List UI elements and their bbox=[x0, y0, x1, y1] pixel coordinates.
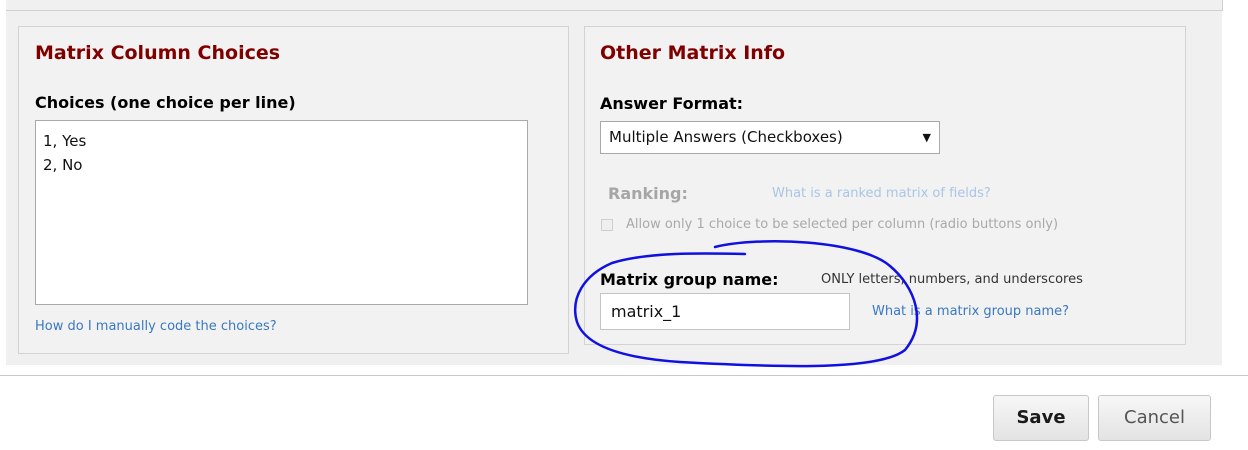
footer-divider bbox=[0, 375, 1248, 376]
matrix-column-choices-panel: Matrix Column Choices Choices (one choic… bbox=[18, 26, 569, 354]
dialog-body: Matrix Column Choices Choices (one choic… bbox=[0, 0, 1248, 450]
choices-textarea[interactable]: 1, Yes 2, No bbox=[35, 120, 528, 305]
answer-format-select[interactable]: Multiple Answers (Checkboxes) ▼ bbox=[600, 121, 940, 154]
ranked-matrix-help-link[interactable]: What is a ranked matrix of fields? bbox=[772, 186, 991, 201]
choices-label: Choices (one choice per line) bbox=[35, 93, 296, 112]
group-name-hint: ONLY letters, numbers, and underscores bbox=[821, 272, 1083, 287]
choice-line: 2, No bbox=[43, 156, 83, 174]
manual-code-help-link[interactable]: How do I manually code the choices? bbox=[35, 319, 277, 334]
ranking-checkbox[interactable] bbox=[601, 219, 613, 231]
panel-area: Matrix Column Choices Choices (one choic… bbox=[6, 11, 1222, 365]
dropdown-triangle-icon: ▼ bbox=[922, 131, 931, 144]
top-panel-edge bbox=[6, 0, 1223, 11]
panel-title: Other Matrix Info bbox=[600, 42, 786, 64]
cancel-button[interactable]: Cancel bbox=[1098, 395, 1211, 441]
ranking-checkbox-label: Allow only 1 choice to be selected per c… bbox=[626, 217, 1059, 232]
other-matrix-info-panel: Other Matrix Info Answer Format: Multipl… bbox=[584, 26, 1186, 345]
group-name-label: Matrix group name: bbox=[600, 270, 779, 289]
choice-line: 1, Yes bbox=[43, 132, 87, 150]
answer-format-value: Multiple Answers (Checkboxes) bbox=[609, 128, 843, 146]
group-name-help-link[interactable]: What is a matrix group name? bbox=[872, 304, 1069, 319]
answer-format-label: Answer Format: bbox=[600, 94, 744, 113]
panel-title: Matrix Column Choices bbox=[35, 42, 281, 64]
ranking-label: Ranking: bbox=[608, 184, 688, 203]
matrix-group-name-input[interactable]: matrix_1 bbox=[600, 293, 850, 330]
save-button[interactable]: Save bbox=[993, 395, 1089, 441]
